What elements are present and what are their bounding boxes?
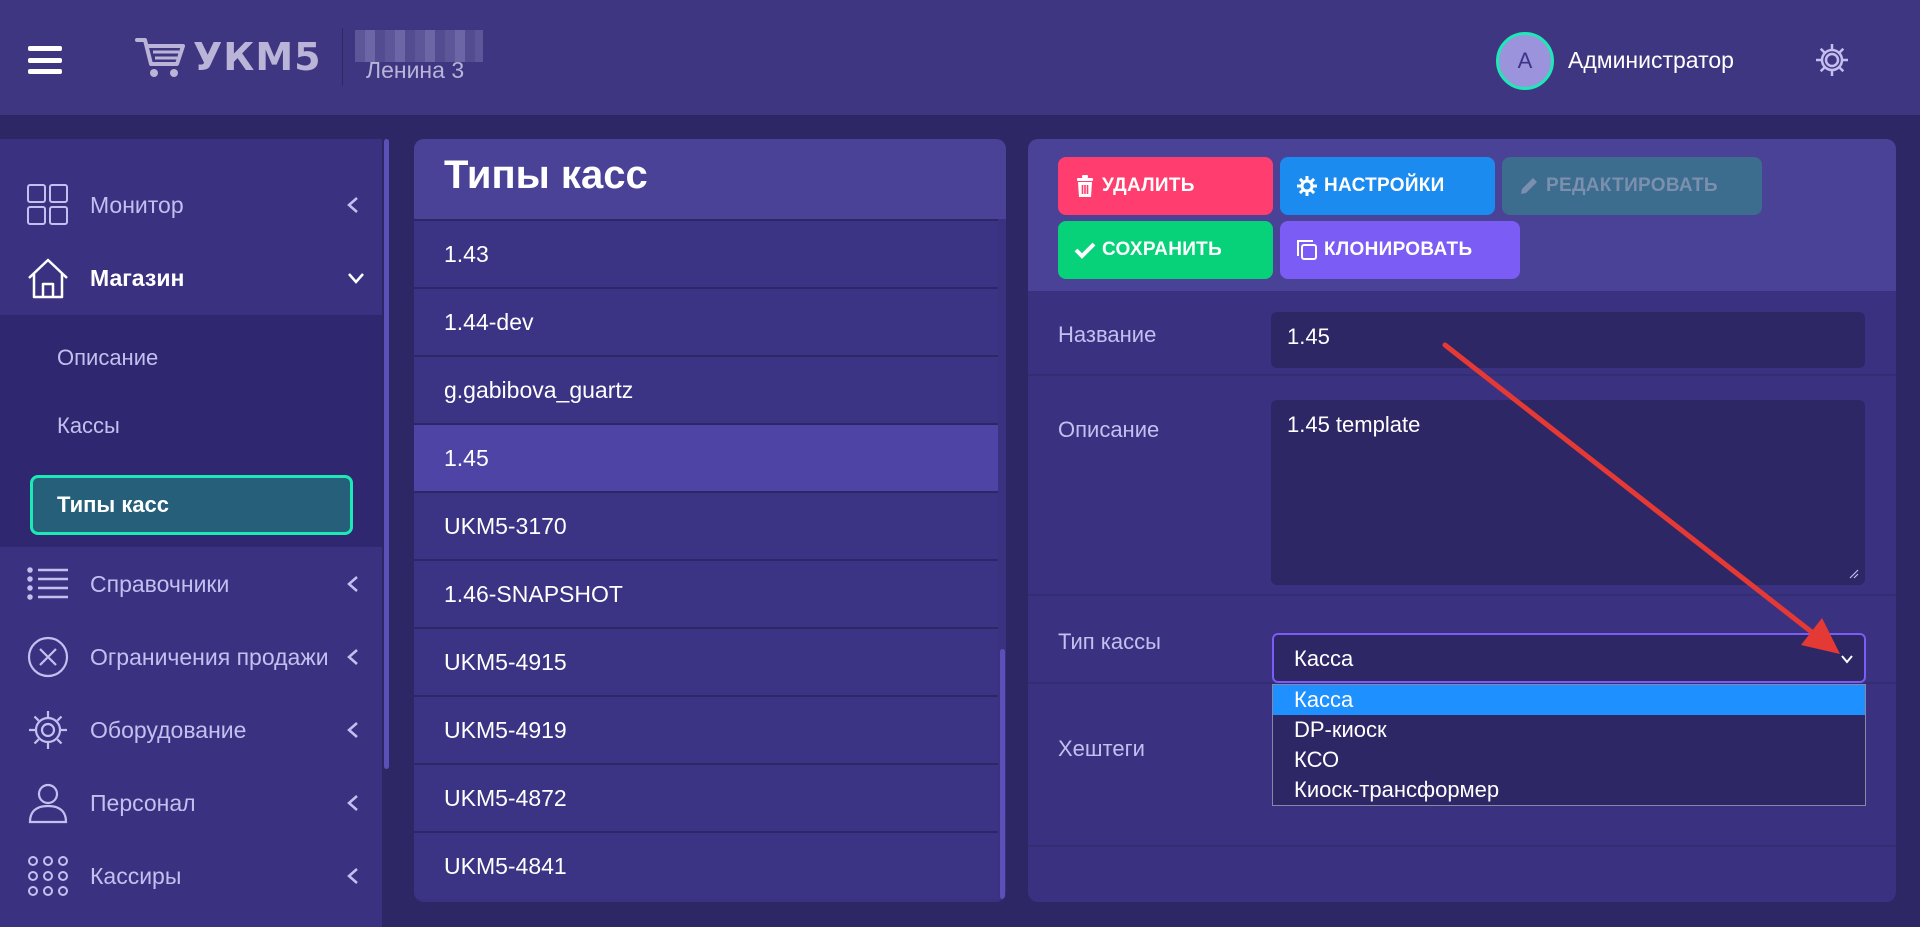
dashboard-icon (27, 184, 68, 225)
list-item[interactable]: 1.44-dev (414, 287, 998, 355)
app-logo[interactable]: УКМ5 (135, 34, 322, 80)
copy-icon (1297, 240, 1317, 260)
delete-button[interactable]: УДАЛИТЬ (1058, 157, 1273, 215)
list-item[interactable]: UKM5-3170 (414, 491, 998, 559)
list-item[interactable]: UKM5-4841 (414, 831, 998, 899)
submenu-item-description[interactable]: Описание (57, 345, 158, 371)
menu-icon[interactable] (28, 46, 62, 74)
dropdown-option[interactable]: КСО (1273, 745, 1865, 775)
sidebar-item-sale-restrictions[interactable]: Ограничения продажи (0, 627, 382, 687)
form-row-description: Описание 1.45 template (1028, 376, 1896, 596)
list-item[interactable]: UKM5-4919 (414, 695, 998, 763)
settings-button[interactable]: НАСТРОЙКИ (1280, 157, 1495, 215)
page-title: Типы касс (444, 153, 648, 197)
cart-icon (135, 38, 185, 77)
grid-dots-icon (28, 856, 68, 896)
detail-toolbar: УДАЛИТЬ НАСТРОЙКИ РЕДАКТИРОВАТЬ СОХРАНИТ… (1028, 139, 1896, 291)
top-bar: УКМ5 Ленина 3 A Администратор (0, 0, 1920, 115)
avatar[interactable]: A (1496, 32, 1554, 90)
chevron-left-icon (347, 576, 358, 592)
settings-button-label: НАСТРОЙКИ (1324, 175, 1445, 196)
edit-button[interactable]: РЕДАКТИРОВАТЬ (1502, 157, 1762, 215)
dropdown-option[interactable]: Касса (1273, 685, 1865, 715)
sidebar-item-label: Ограничения продажи (90, 643, 329, 670)
register-type-label: Тип кассы (1058, 629, 1161, 654)
list-icon (27, 567, 68, 600)
description-textarea[interactable]: 1.45 template (1271, 400, 1865, 585)
sidebar-item-label: Справочники (90, 570, 230, 597)
trash-icon (1077, 175, 1093, 197)
sidebar-item-label: Магазин (90, 264, 185, 291)
sidebar-item-references[interactable]: Справочники (0, 554, 382, 614)
sidebar-item-label: Оборудование (90, 716, 247, 743)
gear-icon (29, 711, 67, 749)
user-name[interactable]: Администратор (1568, 47, 1734, 74)
sidebar-item-monitor[interactable]: Монитор (0, 175, 382, 235)
resize-grip-icon[interactable] (1847, 567, 1859, 579)
sidebar-item-equipment[interactable]: Оборудование (0, 700, 382, 760)
sidebar-item-label: Кассиры (90, 862, 182, 889)
chevron-down-icon (1841, 655, 1853, 664)
save-button-label: СОХРАНИТЬ (1102, 239, 1223, 260)
form-row-name: Название 1.45 (1028, 291, 1896, 376)
register-type-value: Касса (1294, 646, 1354, 671)
name-label: Название (1058, 322, 1157, 347)
description-label: Описание (1058, 417, 1160, 442)
clone-button-label: КЛОНИРОВАТЬ (1324, 239, 1473, 260)
sidebar-item-cashiers[interactable]: Кассиры (0, 846, 382, 906)
submenu-store: Описание Кассы Типы касс (0, 315, 382, 547)
register-types-list: 1.43 1.44-dev g.gabibova_guartz 1.45 UKM… (414, 219, 998, 899)
pencil-icon (1521, 178, 1537, 194)
list-item-selected[interactable]: 1.45 (414, 423, 998, 491)
list-item[interactable]: g.gabibova_guartz (414, 355, 998, 423)
dropdown-option[interactable]: DP-киоск (1273, 715, 1865, 745)
dropdown-option[interactable]: Киоск-трансформер (1273, 775, 1865, 805)
name-field[interactable]: 1.45 (1271, 312, 1865, 368)
sidebar-item-label: Монитор (90, 191, 184, 218)
app-name: УКМ5 (193, 35, 322, 79)
list-item[interactable]: 1.46-SNAPSHOT (414, 559, 998, 627)
chevron-left-icon (347, 795, 358, 811)
list-item[interactable]: 1.43 (414, 219, 998, 287)
delete-button-label: УДАЛИТЬ (1102, 175, 1195, 196)
gear-icon (1297, 176, 1317, 196)
sidebar-item-staff[interactable]: Персонал (0, 773, 382, 833)
store-name[interactable]: Ленина 3 (366, 57, 464, 84)
chevron-left-icon (347, 197, 358, 213)
chevron-down-icon (348, 273, 364, 284)
settings-gear-icon[interactable] (1812, 40, 1852, 80)
sidebar-scrollbar[interactable] (384, 139, 389, 769)
sidebar-item-store[interactable]: Магазин (0, 248, 382, 308)
chevron-left-icon (347, 722, 358, 738)
header-divider (342, 28, 343, 86)
register-type-dropdown: Касса DP-киоск КСО Киоск-трансформер (1272, 684, 1866, 806)
list-item[interactable]: UKM5-4915 (414, 627, 998, 695)
list-item[interactable]: UKM5-4872 (414, 763, 998, 831)
register-type-select[interactable]: Касса (1272, 633, 1866, 683)
chevron-left-icon (347, 868, 358, 884)
edit-button-label: РЕДАКТИРОВАТЬ (1546, 175, 1718, 196)
home-icon (28, 258, 68, 299)
chevron-left-icon (347, 649, 358, 665)
cancel-circle-icon (27, 636, 69, 678)
clone-button[interactable]: КЛОНИРОВАТЬ (1280, 221, 1520, 279)
submenu-item-registers[interactable]: Кассы (57, 413, 120, 439)
list-scrollbar[interactable] (1000, 649, 1005, 899)
submenu-item-register-types[interactable]: Типы касс (30, 475, 353, 535)
sidebar: Монитор Магазин Описание Кассы Типы касс… (0, 139, 382, 927)
description-text: 1.45 template (1287, 412, 1421, 437)
person-icon (28, 783, 68, 824)
checkmark-icon (1074, 242, 1096, 259)
save-button[interactable]: СОХРАНИТЬ (1058, 221, 1273, 279)
hashtags-label: Хештеги (1058, 736, 1145, 761)
register-types-list-panel: Типы касс 1.43 1.44-dev g.gabibova_guart… (414, 139, 1006, 902)
sidebar-item-label: Персонал (90, 789, 196, 816)
